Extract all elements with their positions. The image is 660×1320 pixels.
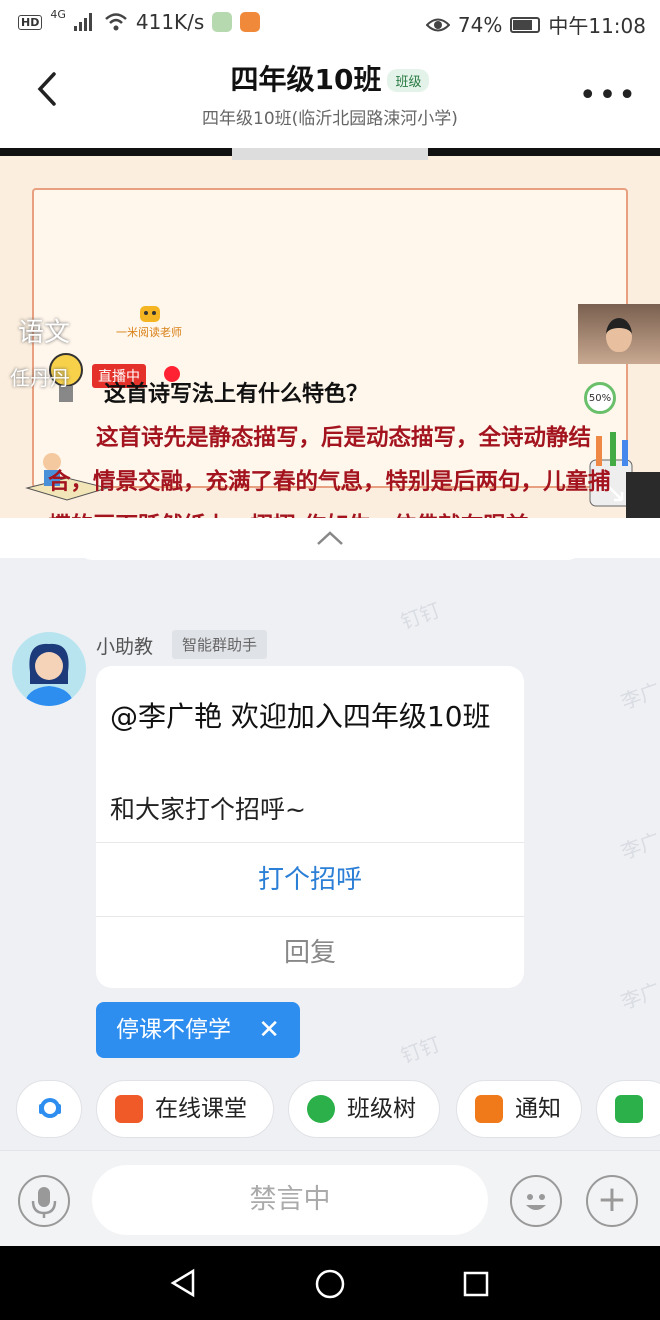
watermark: 李广 bbox=[617, 977, 660, 1015]
network-speed: 411K/s bbox=[135, 10, 205, 34]
video-app-icon bbox=[240, 12, 261, 32]
tree-icon bbox=[307, 1095, 335, 1123]
assistant-avatar-icon bbox=[24, 643, 74, 706]
class-tree-shortcut[interactable]: 班级树 bbox=[288, 1080, 440, 1138]
more-shortcut[interactable] bbox=[596, 1080, 660, 1138]
say-hello-button[interactable]: 打个招呼 bbox=[96, 842, 524, 916]
emoji-icon[interactable] bbox=[510, 1175, 562, 1227]
system-nav-bar bbox=[0, 1246, 660, 1320]
notice-shortcut[interactable]: 通知 bbox=[456, 1080, 582, 1138]
message-card: @李广艳 欢迎加入四年级10班 和大家打个招呼~ 打个招呼 回复 bbox=[96, 666, 524, 988]
subject-label: 语文 bbox=[18, 318, 71, 348]
online-class-icon bbox=[115, 1095, 143, 1123]
welcome-text: @李广艳 欢迎加入四年级10班 bbox=[110, 700, 491, 733]
brand-label: 一米阅读老师 bbox=[116, 326, 182, 339]
sender-tag: 智能群助手 bbox=[172, 630, 268, 659]
slide-toolbar bbox=[232, 148, 428, 160]
assistant-shortcut[interactable] bbox=[16, 1080, 82, 1138]
header-title-block: 四年级10班 班级 四年级10班(临沂北园路涑河小学) bbox=[0, 58, 660, 129]
shortcut-label: 通知 bbox=[515, 1096, 561, 1122]
mascot-icon bbox=[140, 306, 160, 322]
shortcut-label: 在线课堂 bbox=[155, 1096, 247, 1122]
tip-label: 停课不停学 bbox=[116, 1017, 231, 1043]
slide-question: 这首诗写法上有什么特色？ bbox=[104, 381, 369, 407]
tip-bubble[interactable]: 停课不停学 ✕ bbox=[96, 1002, 300, 1058]
wifi-icon bbox=[105, 13, 127, 31]
hd-indicator: HD bbox=[18, 14, 43, 30]
chat-header: 四年级10班 班级 四年级10班(临沂北园路涑河小学) ••• bbox=[0, 46, 660, 148]
status-bar: HD 4G 411K/s 74% 中午11:08 bbox=[0, 0, 660, 46]
welcome-subtext: 和大家打个招呼~ bbox=[110, 795, 306, 824]
online-class-shortcut[interactable]: 在线课堂 bbox=[96, 1080, 274, 1138]
watermark: 李广 bbox=[617, 827, 660, 865]
chevron-up-icon[interactable] bbox=[314, 528, 346, 548]
sender-name: 小助教 bbox=[96, 636, 154, 658]
shortcut-label: 班级树 bbox=[347, 1096, 416, 1122]
app-notification-icon bbox=[212, 12, 233, 32]
group-type-badge: 班级 bbox=[387, 69, 430, 92]
page-subtitle: 四年级10班(临沂北园路涑河小学) bbox=[202, 109, 458, 129]
edit-icon bbox=[615, 1095, 643, 1123]
previous-message-card bbox=[78, 546, 582, 560]
close-icon[interactable]: ✕ bbox=[258, 1002, 280, 1058]
input-bar: 禁言中 + bbox=[0, 1150, 660, 1246]
plus-icon[interactable]: + bbox=[586, 1175, 638, 1227]
microphone-icon[interactable] bbox=[18, 1175, 70, 1227]
slide-answer-text: 这首诗先是静态描写，后是动态描写，全诗动静结合，情景交融，充满了春的气息，特别是… bbox=[48, 425, 611, 518]
network-type: 4G bbox=[50, 7, 66, 21]
student-camera bbox=[578, 304, 660, 364]
eye-icon bbox=[425, 18, 450, 31]
watermark: 钉钉 bbox=[397, 597, 444, 635]
avatar[interactable] bbox=[12, 632, 86, 706]
reply-button[interactable]: 回复 bbox=[96, 916, 524, 988]
nav-back-icon[interactable] bbox=[168, 1268, 198, 1298]
page-title: 四年级10班 bbox=[230, 63, 382, 96]
slide-side-panel bbox=[626, 472, 660, 518]
nav-home-icon[interactable] bbox=[314, 1268, 346, 1300]
nav-recents-icon[interactable] bbox=[462, 1270, 490, 1298]
battery-icon bbox=[510, 16, 541, 33]
watermark: 李广 bbox=[617, 677, 660, 715]
watermark: 钉钉 bbox=[397, 1031, 444, 1069]
clock: 中午11:08 bbox=[548, 14, 646, 38]
message-input[interactable]: 禁言中 bbox=[92, 1165, 488, 1235]
more-options-icon[interactable]: ••• bbox=[579, 78, 638, 113]
reading-progress: 50% bbox=[584, 382, 616, 414]
teacher-name: 任丹丹 bbox=[10, 366, 70, 390]
signal-icon bbox=[73, 13, 96, 31]
assistant-icon bbox=[39, 1098, 61, 1118]
megaphone-icon bbox=[475, 1095, 503, 1123]
live-video-panel[interactable]: 一米阅读老师 语文 任丹丹 直播中 这首诗写法上有什么特色？ 这首诗先是静态描写… bbox=[0, 148, 660, 518]
battery-percent: 74% bbox=[457, 12, 503, 37]
